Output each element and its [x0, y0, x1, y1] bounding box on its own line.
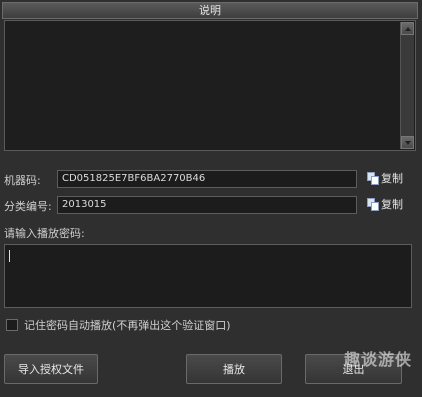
- text-caret: [9, 250, 10, 262]
- remember-password-checkbox[interactable]: [6, 319, 18, 331]
- machine-code-label: 机器码:: [4, 174, 41, 187]
- scroll-up-icon: [404, 26, 411, 31]
- remember-password-label: 记住密码自动播放(不再弹出这个验证窗口): [24, 319, 231, 332]
- category-label: 分类编号:: [4, 200, 52, 213]
- watermark-logo: 趣谈游侠: [343, 350, 412, 369]
- description-header: 说明: [2, 2, 418, 19]
- password-label: 请输入播放密码:: [4, 227, 85, 240]
- password-input[interactable]: [4, 244, 412, 308]
- copy-icon: [367, 197, 379, 211]
- scroll-down-button[interactable]: [401, 136, 414, 149]
- category-field[interactable]: 2013015: [57, 196, 357, 214]
- description-text-area[interactable]: [4, 20, 416, 151]
- copy-machine-code-label: 复制: [381, 172, 403, 185]
- scroll-down-icon: [404, 140, 411, 145]
- import-license-button[interactable]: 导入授权文件: [4, 354, 98, 384]
- play-button[interactable]: 播放: [186, 354, 282, 384]
- scroll-up-button[interactable]: [401, 22, 414, 35]
- machine-code-field[interactable]: CD051825E7BF6BA2770B46: [57, 170, 357, 188]
- copy-category-button[interactable]: 复制: [367, 195, 403, 213]
- description-scrollbar[interactable]: [400, 22, 414, 149]
- copy-icon: [367, 171, 379, 185]
- copy-machine-code-button[interactable]: 复制: [367, 169, 403, 187]
- copy-category-label: 复制: [381, 198, 403, 211]
- remember-password-row[interactable]: 记住密码自动播放(不再弹出这个验证窗口): [6, 317, 231, 333]
